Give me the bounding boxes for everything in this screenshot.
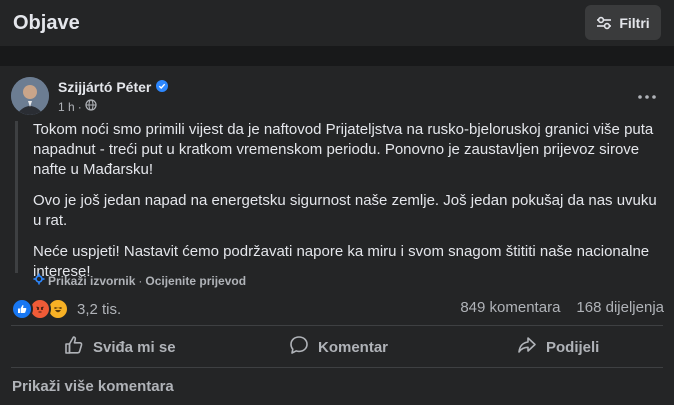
filters-button[interactable]: Filtri	[585, 5, 661, 40]
reactions-summary[interactable]: 3,2 tis.	[11, 298, 121, 320]
author-name[interactable]: Szijjártó Péter	[58, 79, 169, 95]
rate-translation-link[interactable]: Ocijenite prijevod	[145, 274, 246, 288]
comment-bubble-icon	[289, 335, 309, 359]
post-meta: 1 h ·	[58, 99, 97, 114]
globe-icon	[85, 99, 97, 114]
show-source-link[interactable]: Prikaži izvornik	[48, 274, 135, 288]
stats-divider	[11, 325, 663, 326]
translate-gear-icon	[33, 273, 45, 288]
filters-label: Filtri	[619, 14, 650, 31]
comment-label: Komentar	[318, 338, 389, 356]
comment-button[interactable]: Komentar	[289, 329, 388, 365]
author-avatar[interactable]	[11, 77, 49, 115]
show-more-comments-link[interactable]: Prikaži više komentara	[12, 378, 174, 395]
reactions-count[interactable]: 3,2 tis.	[77, 301, 121, 318]
post-stats: 849 komentara 168 dijeljenja	[460, 299, 664, 316]
share-button[interactable]: Podijeli	[517, 329, 599, 365]
page-title: Objave	[13, 12, 80, 34]
actions-divider	[11, 367, 663, 368]
post-body: Tokom noći smo primili vijest da je naft…	[33, 120, 658, 293]
more-dots-icon	[638, 86, 656, 104]
post-paragraph: Ovo je još jedan napad na energetsku sig…	[33, 192, 657, 229]
shares-count[interactable]: 168 dijeljenja	[576, 299, 664, 316]
more-options-button[interactable]	[633, 83, 661, 107]
share-label: Podijeli	[546, 338, 600, 356]
share-arrow-icon	[517, 335, 537, 359]
page-header: Objave Filtri	[0, 0, 674, 46]
verified-badge-icon	[156, 79, 169, 95]
like-label: Sviđa mi se	[93, 338, 176, 356]
post-paragraph: Tokom noći smo primili vijest da je naft…	[33, 121, 654, 178]
author-name-text[interactable]: Szijjártó Péter	[58, 79, 151, 95]
translation-options: Prikaži izvornik · Ocijenite prijevod	[33, 273, 246, 288]
like-reaction-icon	[11, 298, 33, 320]
thumbs-up-icon	[64, 335, 84, 359]
post-time[interactable]: 1 h	[58, 100, 75, 114]
filter-sliders-icon	[596, 16, 612, 30]
translation-bar	[15, 121, 18, 273]
translation-separator: ·	[138, 273, 143, 288]
meta-separator: ·	[77, 99, 82, 114]
comments-count[interactable]: 849 komentara	[460, 299, 560, 316]
like-button[interactable]: Sviđa mi se	[64, 329, 176, 365]
